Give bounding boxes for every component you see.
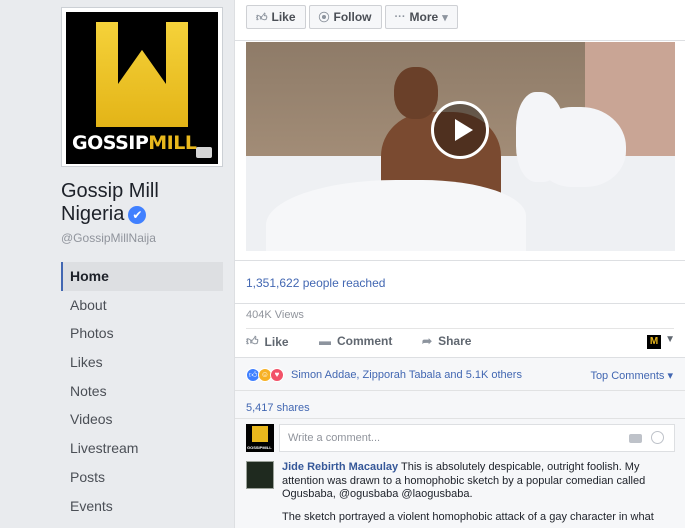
thumbs-up-icon: 👍︎ (246, 334, 259, 348)
update-photo-camera-icon[interactable] (196, 147, 212, 158)
thumbs-up-icon: 👍︎ (256, 11, 268, 24)
comments-section: 👍︎ ☺ ♥ Simon Addae, Zipporah Tabala and … (235, 357, 685, 528)
follow-button[interactable]: ⦿ Follow (308, 5, 382, 29)
emoji-icon[interactable] (651, 431, 664, 444)
rss-icon: ⦿ (318, 12, 330, 24)
nav-item-posts[interactable]: Posts (61, 463, 223, 492)
comment-author-link[interactable]: Jide Rebirth Macaulay (282, 461, 398, 473)
top-comments-dropdown[interactable]: Top Comments ▾ (590, 369, 673, 382)
shares-count[interactable]: 5,417 shares (246, 402, 310, 414)
commenter-avatar: GOSSIPMILL (246, 424, 274, 452)
share-button[interactable]: ➦ Share (422, 334, 471, 348)
comment-body: Jide Rebirth Macaulay This is absolutely… (282, 461, 646, 500)
nav-item-livestream[interactable]: Livestream (61, 434, 223, 463)
nav-item-events[interactable]: Events (61, 492, 223, 521)
page-profile-picture[interactable]: GOSSIPMILL (61, 7, 223, 167)
nav-item-videos[interactable]: Videos (61, 405, 223, 434)
video-player[interactable] (246, 42, 675, 251)
love-reaction-icon: ♥ (270, 368, 284, 382)
comment-author-avatar[interactable] (246, 461, 274, 489)
divider (235, 40, 685, 41)
like-button[interactable]: 👍︎ Like (246, 334, 289, 349)
comment-body-continued: The sketch portrayed a violent homophobi… (282, 511, 654, 523)
page-handle[interactable]: @GossipMillNaija (61, 231, 156, 245)
play-button-icon[interactable] (431, 101, 489, 159)
nav-item-about[interactable]: About (61, 291, 223, 320)
page-avatar-selector-icon[interactable]: M (647, 335, 661, 349)
nav-item-notes[interactable]: Notes (61, 377, 223, 406)
comment-button[interactable]: ▬ Comment (319, 334, 392, 348)
nav-item-likes[interactable]: Likes (61, 348, 223, 377)
left-sidebar: GOSSIPMILL Gossip Mill Nigeria ✔ @GossipM… (0, 0, 234, 528)
nav-item-home[interactable]: Home (61, 262, 223, 291)
post-panel: 👍︎ Like ⦿ Follow ··· More ▾ 1,351,622 people… (234, 0, 685, 528)
page-action-buttons: 👍︎ Like ⦿ Follow ··· More ▾ (246, 5, 461, 29)
ellipsis-icon: ··· (394, 11, 406, 23)
view-count: 404K Views (246, 309, 304, 321)
logo-wordmark: GOSSIPMILL (72, 132, 197, 154)
reactions-summary[interactable]: Simon Addae, Zipporah Tabala and 5.1K ot… (291, 369, 522, 381)
people-reached-link[interactable]: 1,351,622 people reached (246, 276, 385, 290)
logo-m-mark (96, 22, 188, 127)
reactions-icons[interactable]: 👍︎ ☺ ♥ (246, 368, 284, 382)
page-nav: Home About Photos Likes Notes Videos Liv… (61, 262, 223, 520)
chevron-down-icon: ▾ (442, 11, 448, 24)
post-actions: 👍︎ Like ▬ Comment ➦ Share M ▼ (246, 334, 675, 352)
share-arrow-icon: ➦ (422, 334, 433, 348)
like-page-button[interactable]: 👍︎ Like (246, 5, 306, 29)
comment-input[interactable]: Write a comment... (279, 424, 675, 452)
camera-icon[interactable] (629, 434, 642, 443)
page-title[interactable]: Gossip Mill Nigeria ✔ (61, 180, 231, 226)
more-button[interactable]: ··· More ▾ (384, 5, 458, 29)
speech-bubble-icon: ▬ (319, 334, 331, 348)
chevron-down-icon[interactable]: ▼ (665, 334, 675, 345)
verified-badge-icon: ✔ (128, 206, 147, 224)
gossipmill-logo: GOSSIPMILL (66, 12, 218, 164)
nav-item-photos[interactable]: Photos (61, 319, 223, 348)
